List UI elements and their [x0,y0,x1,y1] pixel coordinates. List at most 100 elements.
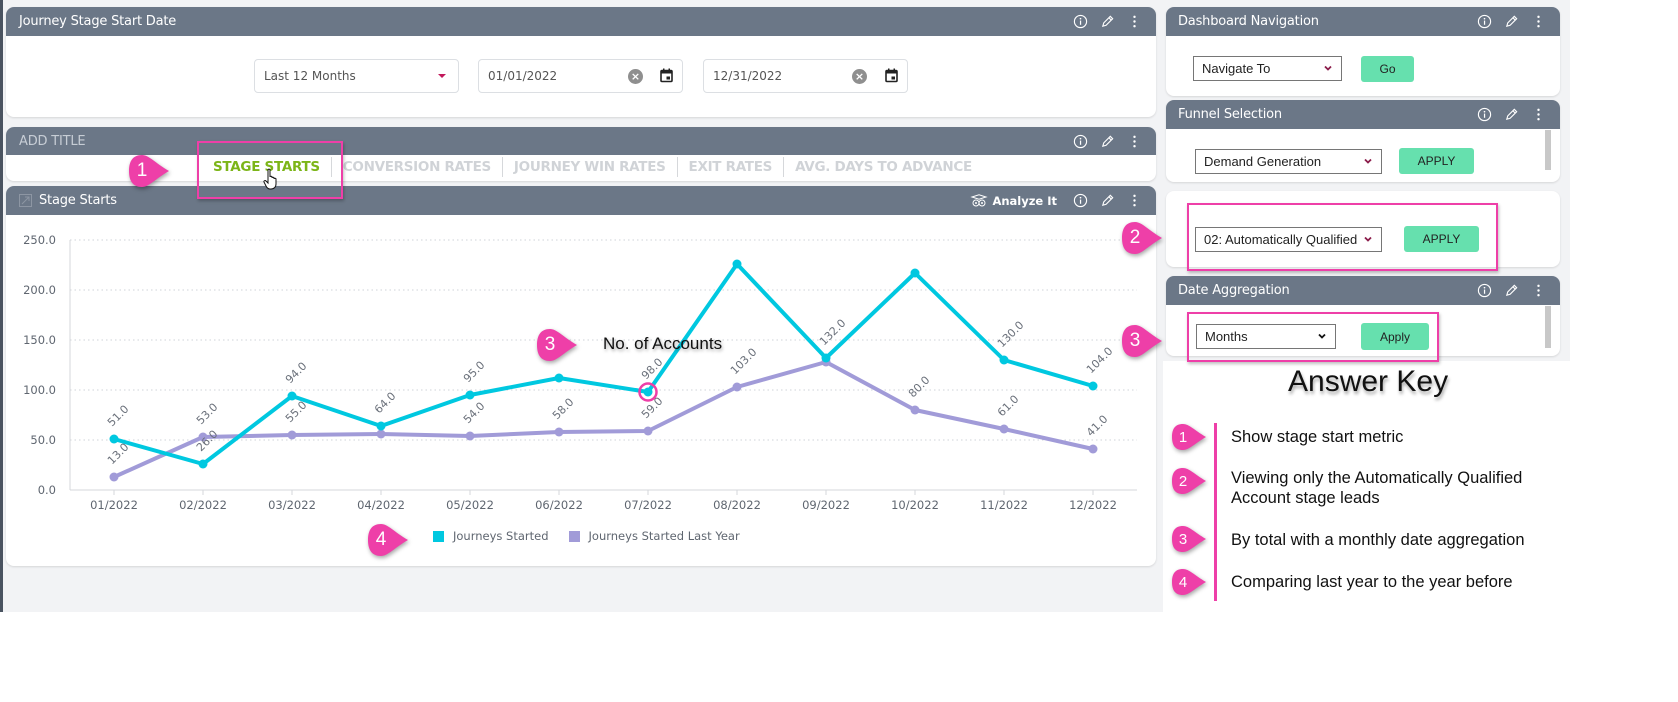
y-tick-label: 200.0 [23,283,56,297]
stage-starts-line-chart: 0.0 50.0 100.0 150.0 200.0 250.0 01/2022 02/202… [23,233,1137,512]
x-tick-label: 01/2022 [90,498,138,512]
panel-header: Date Aggregation [1166,276,1560,305]
data-point[interactable] [198,459,208,469]
data-label: 95.0 [461,359,488,386]
data-point[interactable] [465,431,475,441]
data-point[interactable] [1088,444,1098,454]
data-label: 58.0 [550,396,577,423]
edit-pencil-icon[interactable] [1504,14,1519,29]
go-button[interactable]: Go [1361,56,1414,82]
x-tick-label: 09/2022 [802,498,850,512]
no-of-accounts-callout: No. of Accounts [603,334,723,353]
pin-number: 3 [1129,330,1141,351]
annotation-pin-2: 2 [1120,220,1162,256]
y-tick-label: 50.0 [30,433,56,447]
legend-item-journeys-started[interactable]: Journeys Started [433,529,549,543]
more-menu-icon[interactable] [1531,107,1546,122]
pin-number: 4 [375,529,387,550]
data-point[interactable] [376,421,386,431]
y-tick-label: 100.0 [23,383,56,397]
funnel-select-value: Demand Generation [1204,154,1322,169]
legend-item-journeys-started-last-year[interactable]: Journeys Started Last Year [568,529,740,543]
date-aggregation-scrollbar[interactable] [1545,306,1551,348]
x-tick-label: 07/2022 [624,498,672,512]
pin-number: 2 [1178,472,1188,490]
data-point[interactable] [910,405,920,415]
panel-title: Funnel Selection [1178,107,1282,122]
y-tick-label: 0.0 [38,483,56,497]
data-label: 61.0 [995,393,1022,420]
x-tick-label: 12/2022 [1069,498,1117,512]
annotation-box-3 [1187,312,1439,362]
navigate-to-value: Navigate To [1202,61,1271,76]
edit-pencil-icon[interactable] [1504,107,1519,122]
dashboard-screenshot: Journey Stage Start Date Last 12 Months … [0,0,1678,702]
legend-label: Journeys Started Last Year [588,529,740,543]
annotation-pin-4: 4 [366,522,408,558]
answer-key-pin-3: 3 [1170,524,1206,554]
data-point[interactable] [554,373,564,383]
y-tick-label: 150.0 [23,333,56,347]
data-point[interactable] [287,430,297,440]
data-point[interactable] [109,472,119,482]
panel-header: Funnel Selection [1166,100,1560,129]
x-tick-label: 03/2022 [268,498,316,512]
annotation-pin-1: 1 [127,153,169,189]
data-point[interactable] [821,353,831,363]
data-point[interactable] [465,390,475,400]
answer-key-item-2: Viewing only the Automatically Qualified… [1231,469,1523,507]
pin-number: 1 [1178,428,1188,446]
pin-number: 2 [1129,227,1141,248]
data-point[interactable] [554,427,564,437]
data-point[interactable] [287,391,297,401]
hand-cursor-icon [263,168,277,190]
funnel-select[interactable]: Demand Generation [1195,149,1382,174]
annotation-box-2 [1187,203,1498,271]
navigate-to-select[interactable]: Navigate To [1193,56,1342,81]
info-icon[interactable] [1477,14,1492,29]
info-icon[interactable] [1477,107,1492,122]
data-point[interactable] [999,424,1009,434]
funnel-panel-scrollbar[interactable] [1545,130,1551,170]
data-point[interactable] [109,434,119,444]
answer-key-title: Answer Key [1288,365,1449,398]
answer-key-pin-4: 4 [1170,567,1206,597]
panel-header: Dashboard Navigation [1166,7,1560,36]
answer-key-item-4: Comparing last year to the year before [1231,573,1513,591]
funnel-apply-button[interactable]: APPLY [1399,148,1474,174]
data-point[interactable] [732,259,742,269]
data-point[interactable] [376,429,386,439]
info-icon[interactable] [1477,283,1492,298]
legend-swatch-journeys-started [433,530,444,542]
pin-number: 1 [136,160,148,181]
legend-label: Journeys Started [453,529,549,543]
y-tick-label: 250.0 [23,233,56,247]
data-label: 51.0 [105,403,132,430]
pin-number: 4 [1178,573,1188,591]
answer-key-pin-1: 1 [1170,422,1206,452]
data-label: 130.0 [995,319,1026,350]
data-label: 80.0 [906,374,933,401]
data-point[interactable] [1088,381,1098,391]
data-point[interactable] [643,426,653,436]
edit-pencil-icon[interactable] [1504,283,1519,298]
data-point[interactable] [999,355,1009,365]
dashboard-navigation-panel: Dashboard Navigation [1166,7,1560,96]
x-tick-label: 08/2022 [713,498,761,512]
data-point[interactable] [643,387,653,397]
more-menu-icon[interactable] [1531,14,1546,29]
data-label: 98.0 [639,356,666,383]
pin-number: 3 [1178,530,1188,548]
data-label: 54.0 [461,400,488,427]
legend-swatch-journeys-started-last-year [568,530,580,542]
x-tick-label: 10/2022 [891,498,939,512]
data-point[interactable] [732,382,742,392]
more-menu-icon[interactable] [1531,283,1546,298]
annotation-pin-3-chart: 3 [535,327,577,363]
data-label: 94.0 [283,360,310,387]
data-label: 64.0 [372,390,399,417]
panel-title: Date Aggregation [1178,283,1290,298]
data-point[interactable] [910,268,920,278]
panel-title: Dashboard Navigation [1178,14,1319,29]
annotation-pin-3-aggregation: 3 [1120,323,1162,359]
